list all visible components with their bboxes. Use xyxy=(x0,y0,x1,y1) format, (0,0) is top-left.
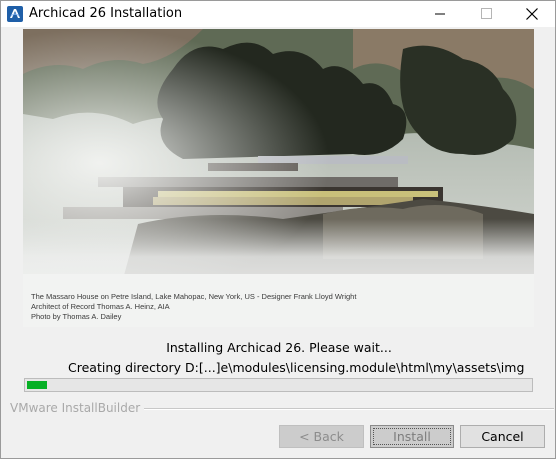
brand-separator xyxy=(144,408,554,410)
caption-line: Photo by Thomas A. Dailey xyxy=(31,312,122,321)
close-icon xyxy=(526,8,538,20)
maximize-button[interactable] xyxy=(463,1,509,27)
status-message: Installing Archicad 26. Please wait... xyxy=(166,340,392,355)
window-title: Archicad 26 Installation xyxy=(29,6,183,21)
close-button[interactable] xyxy=(509,1,555,27)
massaro-house-photo xyxy=(23,29,534,327)
installer-window: Archicad 26 Installation The Massaro Hou… xyxy=(0,0,556,459)
progress-bar xyxy=(24,378,533,392)
minimize-button[interactable] xyxy=(417,1,463,27)
status-detail: Creating directory D:[...]e\modules\lice… xyxy=(68,360,525,375)
installer-brand-label: VMware InstallBuilder xyxy=(10,401,141,415)
install-button[interactable]: Install xyxy=(370,425,454,448)
caption-line: The Massaro House on Petre Island, Lake … xyxy=(31,292,357,301)
progress-fill xyxy=(27,381,47,389)
back-button[interactable]: < Back xyxy=(279,425,364,448)
banner-image: The Massaro House on Petre Island, Lake … xyxy=(23,29,534,327)
minimize-icon xyxy=(435,13,445,15)
archicad-logo-icon xyxy=(7,6,23,22)
caption-line: Architect of Record Thomas A. Heinz, AIA xyxy=(31,302,170,311)
maximize-icon xyxy=(481,8,492,19)
cancel-button[interactable]: Cancel xyxy=(460,425,545,448)
title-bar[interactable]: Archicad 26 Installation xyxy=(1,1,555,27)
photo-caption: The Massaro House on Petre Island, Lake … xyxy=(31,292,356,322)
